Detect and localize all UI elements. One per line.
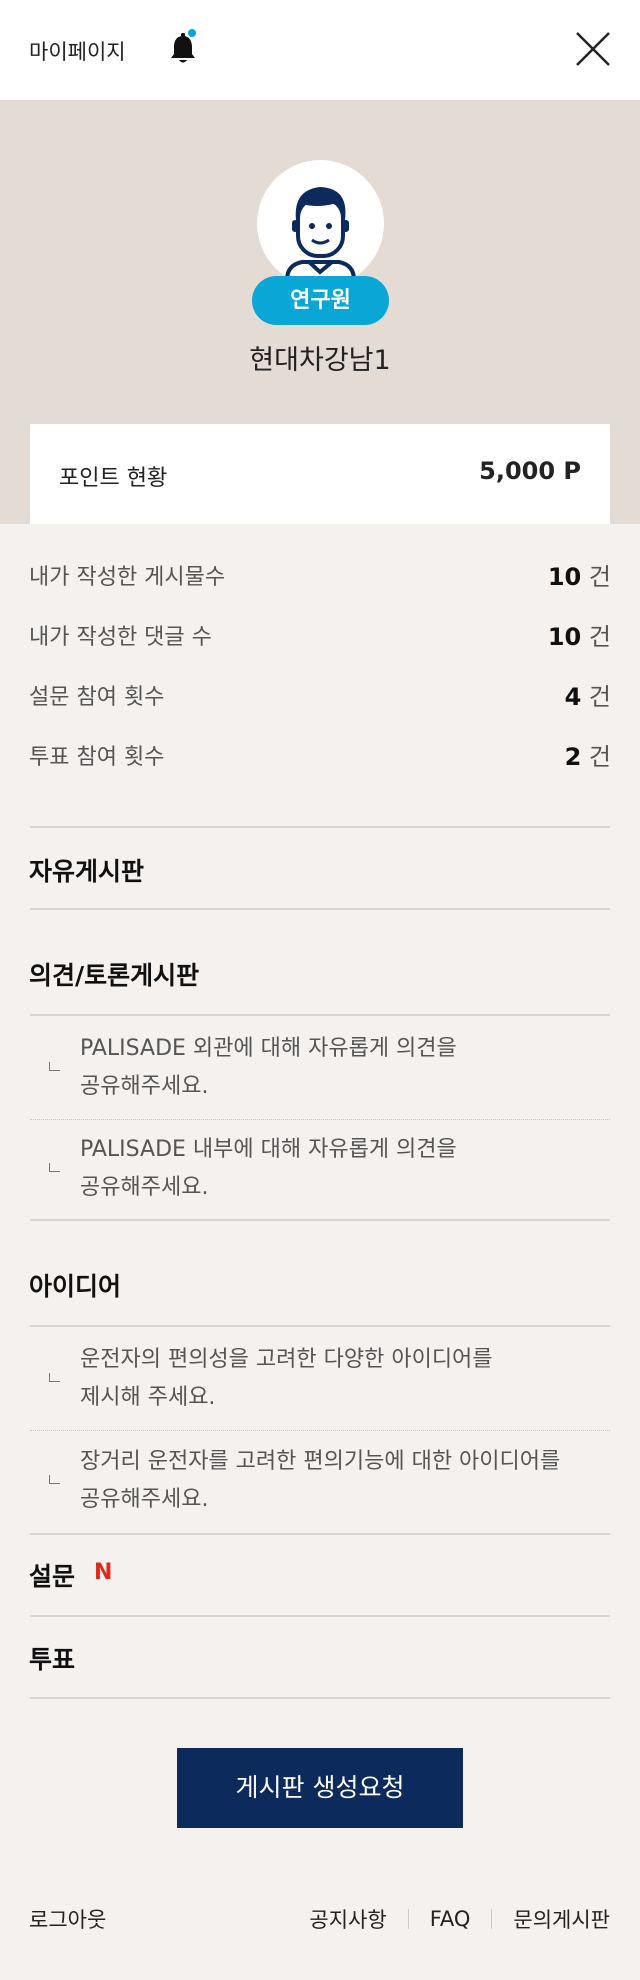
- divider: [30, 826, 610, 828]
- stat-count: 10: [547, 563, 582, 591]
- menu-opinion-board[interactable]: 의견/토론게시판: [29, 956, 199, 992]
- role-badge: 연구원: [252, 276, 389, 325]
- item-line: PALISADE 외관에 대해 자유롭게 의견을: [80, 1036, 457, 1061]
- item-line: 제시해 주세요.: [80, 1385, 216, 1410]
- menu-vote[interactable]: 투표: [29, 1640, 75, 1676]
- menu-survey[interactable]: 설문: [29, 1557, 75, 1593]
- menu-free-board[interactable]: 자유게시판: [29, 852, 144, 888]
- inquiry-board-link[interactable]: 문의게시판: [513, 1904, 610, 1934]
- separator: [407, 1909, 409, 1929]
- item-line: 장거리 운전자를 고려한 편의기능에 대한 아이디어를: [80, 1449, 561, 1474]
- notice-link[interactable]: 공지사항: [309, 1904, 386, 1934]
- user-avatar-icon: [285, 187, 356, 287]
- page-title: 마이페이지: [29, 40, 126, 64]
- stat-unit: 건: [588, 563, 611, 591]
- stat-unit: 건: [588, 683, 611, 711]
- stat-row-votes: 투표 참여 횟수 2 건: [29, 735, 611, 795]
- stat-label: 내가 작성한 게시물수: [29, 565, 226, 590]
- stat-unit: 건: [588, 623, 611, 651]
- divider: [30, 1533, 610, 1535]
- idea-item-convenience[interactable]: 운전자의 편의성을 고려한 다양한 아이디어를 제시해 주세요.: [80, 1341, 600, 1417]
- divider: [30, 1697, 610, 1699]
- divider: [30, 1014, 610, 1016]
- reply-corner-icon: [49, 1062, 60, 1071]
- reply-corner-icon: [49, 1475, 60, 1484]
- stat-count: 4: [564, 683, 582, 711]
- stat-row-surveys: 설문 참여 횟수 4 건: [29, 675, 611, 735]
- reply-corner-icon: [49, 1163, 60, 1172]
- reply-corner-icon: [49, 1373, 60, 1382]
- points-value: 5,000 P: [479, 457, 581, 485]
- stat-label: 설문 참여 횟수: [29, 685, 165, 710]
- user-name: 현대차강남1: [249, 345, 391, 376]
- points-label: 포인트 현황: [59, 466, 168, 491]
- item-line: 운전자의 편의성을 고려한 다양한 아이디어를: [80, 1347, 493, 1372]
- idea-item-long-distance[interactable]: 장거리 운전자를 고려한 편의기능에 대한 아이디어를 공유해주세요.: [80, 1443, 620, 1519]
- footer-links: 공지사항 FAQ 문의게시판: [309, 1904, 610, 1934]
- separator: [491, 1909, 493, 1929]
- item-line: 공유해주세요.: [80, 1487, 209, 1512]
- divider: [30, 908, 610, 910]
- item-line: PALISADE 내부에 대해 자유롭게 의견을: [80, 1137, 457, 1162]
- logout-link[interactable]: 로그아웃: [29, 1904, 106, 1934]
- divider: [30, 1325, 610, 1327]
- bell-icon[interactable]: [166, 28, 200, 68]
- opinion-item-interior[interactable]: PALISADE 내부에 대해 자유롭게 의견을 공유해주세요.: [80, 1131, 600, 1207]
- avatar: [257, 160, 384, 287]
- faq-link[interactable]: FAQ: [430, 1907, 471, 1931]
- menu-idea[interactable]: 아이디어: [29, 1267, 121, 1303]
- divider: [30, 1615, 610, 1617]
- dotted-divider: [30, 1119, 610, 1120]
- activity-stats: 내가 작성한 게시물수 10 건 내가 작성한 댓글 수 10 건 설문 참여 …: [29, 555, 611, 795]
- item-line: 공유해주세요.: [80, 1074, 209, 1099]
- request-board-button[interactable]: 게시판 생성요청: [177, 1748, 463, 1828]
- opinion-item-exterior[interactable]: PALISADE 외관에 대해 자유롭게 의견을 공유해주세요.: [80, 1030, 600, 1106]
- close-icon[interactable]: [575, 31, 611, 67]
- stat-label: 내가 작성한 댓글 수: [29, 625, 212, 650]
- header: 마이페이지: [0, 0, 640, 100]
- stat-row-posts: 내가 작성한 게시물수 10 건: [29, 555, 611, 615]
- stat-count: 10: [547, 623, 582, 651]
- divider: [30, 1219, 610, 1221]
- dotted-divider: [30, 1430, 610, 1431]
- item-line: 공유해주세요.: [80, 1175, 209, 1200]
- stat-unit: 건: [588, 743, 611, 771]
- stat-label: 투표 참여 횟수: [29, 745, 165, 770]
- points-card: 포인트 현황 5,000 P: [30, 424, 610, 524]
- new-badge: N: [94, 1560, 113, 1585]
- stat-row-comments: 내가 작성한 댓글 수 10 건: [29, 615, 611, 675]
- stat-count: 2: [564, 743, 582, 771]
